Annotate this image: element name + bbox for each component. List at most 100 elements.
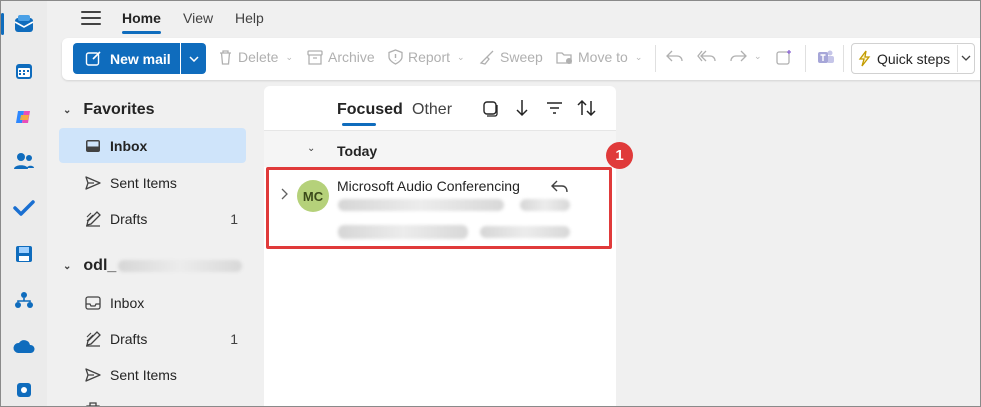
send-icon	[85, 368, 101, 382]
redacted-preview-end	[480, 226, 570, 238]
todo-check-icon[interactable]	[9, 193, 39, 223]
folder-label: Sent Items	[110, 366, 177, 383]
new-mail-label: New mail	[110, 50, 171, 67]
avatar: MC	[297, 180, 329, 212]
report-button[interactable]: Report ⌄	[388, 49, 465, 65]
message-sender: Microsoft Audio Conferencing	[337, 178, 520, 194]
sort-icon[interactable]	[577, 99, 596, 117]
reply-all-button[interactable]	[697, 49, 716, 63]
redacted-preview	[338, 225, 468, 239]
onedrive-cloud-icon[interactable]	[9, 331, 39, 361]
new-mail-button[interactable]: New mail	[73, 43, 180, 74]
group-header-today[interactable]	[264, 131, 616, 167]
sweep-label: Sweep	[500, 49, 543, 65]
pencil-icon	[86, 211, 101, 227]
ribbon-divider	[843, 45, 844, 72]
folder-account-drafts[interactable]: Drafts 1	[59, 321, 246, 356]
folder-label: Sent Items	[110, 174, 177, 191]
tab-focused[interactable]: Focused	[337, 101, 403, 119]
chevron-down-icon: ⌄	[63, 260, 72, 272]
delete-label: Delete	[238, 49, 279, 65]
pin-note-button[interactable]	[776, 49, 792, 65]
folder-label: Drafts	[110, 210, 148, 227]
reply-all-icon	[697, 50, 716, 62]
send-icon	[85, 176, 101, 190]
sparkle-note-icon	[776, 50, 791, 65]
ribbon-divider	[655, 45, 656, 72]
forward-icon	[730, 50, 747, 62]
rail-active-indicator	[1, 13, 4, 35]
folder-move-icon	[556, 51, 572, 64]
folder-label: Inbox	[110, 137, 148, 154]
move-to-label: Move to	[578, 49, 628, 65]
chevron-down-icon: ⌄	[307, 143, 316, 154]
folder-partially-hidden[interactable]	[84, 398, 234, 406]
account-header[interactable]: ⌄ odl_	[63, 257, 243, 275]
move-to-button[interactable]: Move to ⌄	[556, 49, 642, 65]
redacted-subject	[338, 199, 504, 211]
chevron-down-icon[interactable]	[961, 55, 971, 61]
pencil-icon	[86, 331, 101, 347]
copilot-icon[interactable]	[9, 102, 39, 132]
filter-icon[interactable]	[546, 101, 563, 115]
chevron-down-icon: ⌄	[457, 51, 465, 62]
tab-view[interactable]: View	[183, 10, 213, 26]
select-mode-icon[interactable]	[482, 100, 499, 117]
teams-icon	[818, 50, 834, 63]
delete-button[interactable]: Delete ⌄	[218, 49, 293, 65]
sweep-button[interactable]: Sweep	[479, 49, 543, 65]
callout-badge: 1	[606, 142, 633, 169]
archive-icon	[307, 49, 323, 65]
people-icon[interactable]	[9, 146, 39, 176]
lightning-icon	[858, 50, 871, 67]
quick-steps-label: Quick steps	[877, 51, 951, 67]
reply-button[interactable]	[666, 49, 683, 63]
folder-favorites-sent-items[interactable]: Sent Items	[59, 165, 246, 200]
save-disk-icon[interactable]	[9, 239, 39, 269]
apps-icon[interactable]	[9, 375, 39, 405]
tab-focused-underline	[342, 123, 376, 126]
trash-icon	[220, 50, 231, 65]
hamburger-menu-icon[interactable]	[81, 10, 101, 26]
tab-help[interactable]: Help	[235, 10, 264, 26]
inbox-icon	[86, 140, 100, 152]
chevron-right-icon[interactable]	[280, 188, 288, 200]
new-mail-dropdown-button[interactable]	[181, 43, 206, 74]
jump-to-icon[interactable]	[515, 99, 529, 117]
org-chart-icon[interactable]	[9, 285, 39, 315]
tab-other[interactable]: Other	[412, 101, 452, 119]
folder-icon	[86, 402, 100, 406]
chevron-down-icon: ⌄	[63, 104, 72, 116]
outlook-window: Home View Help New mail Delete ⌄ Archive …	[0, 0, 981, 407]
folder-account-sent-items[interactable]: Sent Items	[59, 357, 246, 392]
tab-home[interactable]: Home	[122, 10, 161, 26]
mail-icon[interactable]	[9, 9, 39, 39]
folder-account-inbox[interactable]: Inbox	[59, 285, 246, 320]
tab-home-underline	[122, 31, 161, 34]
compose-icon	[85, 51, 101, 66]
redacted-time	[520, 199, 570, 211]
folder-favorites-drafts[interactable]: Drafts 1	[59, 201, 246, 236]
broom-icon	[479, 50, 494, 65]
ribbon-divider	[805, 45, 806, 72]
inbox-icon	[85, 296, 101, 310]
chevron-down-icon: ⌄	[634, 51, 643, 62]
calendar-icon[interactable]	[9, 56, 39, 86]
chevron-down-icon: ⌄	[754, 50, 762, 61]
reply-icon	[666, 50, 683, 62]
folder-label: Inbox	[110, 294, 145, 311]
favorites-header[interactable]: ⌄ Favorites	[63, 101, 155, 119]
quick-steps-divider	[957, 45, 958, 72]
redacted-account-name	[118, 260, 243, 272]
report-label: Report	[408, 49, 451, 65]
chevron-down-icon	[188, 55, 199, 62]
chevron-down-icon: ⌄	[285, 51, 294, 62]
account-name: odl_	[83, 257, 117, 274]
archive-button[interactable]: Archive	[307, 49, 375, 65]
folder-favorites-inbox[interactable]: Inbox	[59, 128, 246, 163]
shield-icon	[388, 49, 403, 65]
reply-icon[interactable]	[550, 179, 569, 194]
forward-button[interactable]: ⌄	[730, 49, 762, 63]
teams-button[interactable]	[817, 49, 835, 65]
favorites-title: Favorites	[83, 101, 155, 118]
